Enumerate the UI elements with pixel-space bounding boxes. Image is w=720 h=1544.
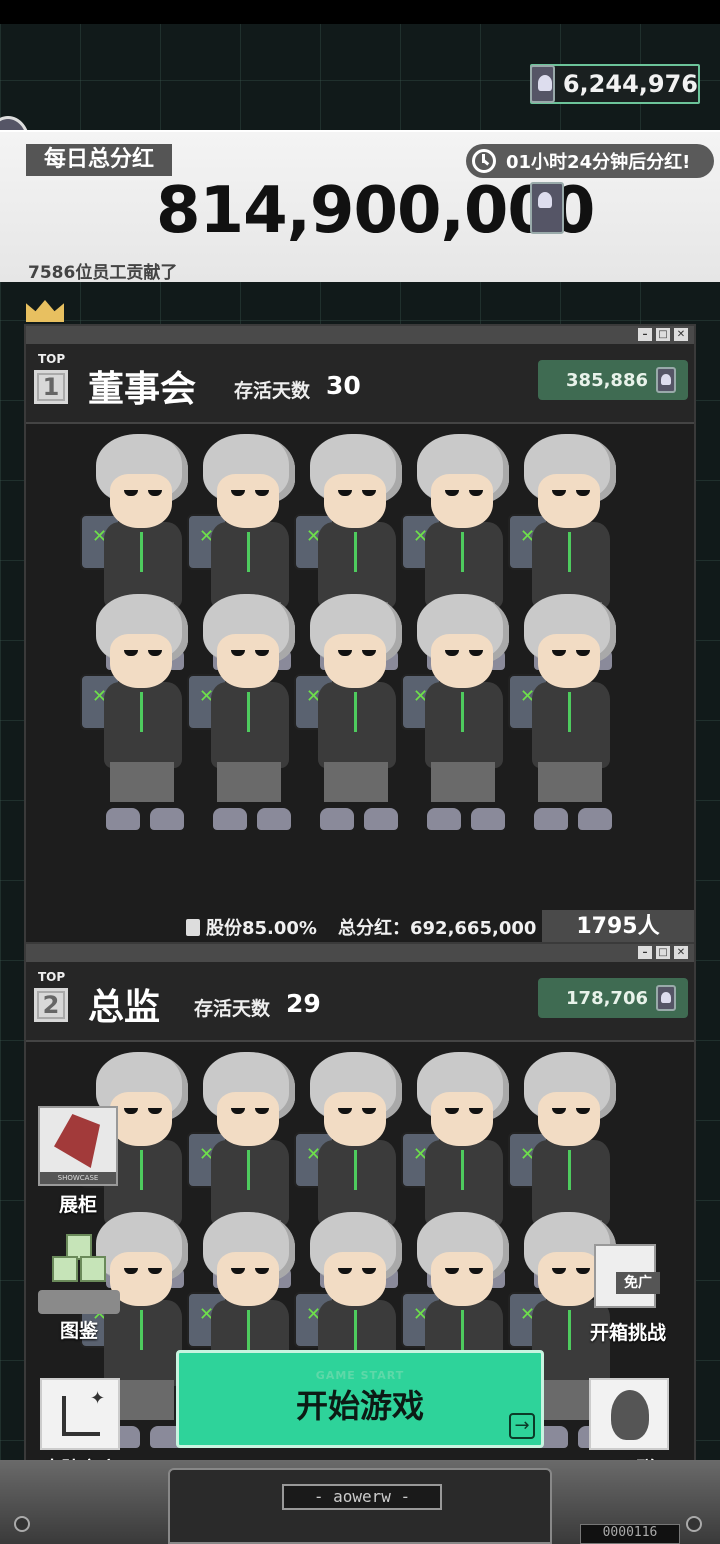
showcase-label: 展柜 <box>58 1194 97 1216</box>
employee-sprite <box>508 594 618 844</box>
screw-icon <box>14 1516 30 1532</box>
clipboard-icon <box>186 919 200 936</box>
chest-challenge-label: 开箱挑战 <box>590 1322 667 1344</box>
screw-icon <box>686 1516 702 1532</box>
minimize-icon[interactable]: – <box>638 946 652 959</box>
top-label: TOP <box>38 970 66 984</box>
total-dividend-text: 总分红：692,665,000 <box>338 918 537 939</box>
timer-text: 01小时24分钟后分红! <box>506 152 691 173</box>
showcase-button[interactable]: 展柜 <box>38 1106 118 1217</box>
enter-arrow-icon: → <box>509 1413 535 1439</box>
panel-score: 178,706 <box>538 978 688 1018</box>
panel-header: TOP 2 总监 存活天数 29 178,706 <box>26 962 694 1040</box>
close-icon[interactable]: ✕ <box>674 946 688 959</box>
close-icon[interactable]: ✕ <box>674 328 688 341</box>
panel-score: 385,886 <box>538 360 688 400</box>
clock-icon <box>472 149 496 173</box>
card-currency-icon <box>530 65 555 103</box>
qq-icon <box>589 1378 669 1450</box>
codex-icon <box>34 1234 124 1318</box>
codex-label: 图鉴 <box>59 1320 98 1342</box>
start-label: 开始游戏 <box>295 1387 424 1425</box>
panel-score-value: 385,886 <box>566 369 648 391</box>
crown-icon <box>26 298 64 322</box>
employee-grid <box>26 422 694 910</box>
console-counter: 0000116 <box>580 1524 680 1544</box>
window-titlebar: – □ ✕ <box>26 326 694 344</box>
showcase-icon <box>38 1106 118 1186</box>
minimize-icon[interactable]: – <box>638 328 652 341</box>
chest-icon: 免广 <box>590 1240 660 1314</box>
survive-label: 存活天数 <box>234 380 311 402</box>
daily-amount: 814,900,000 <box>156 174 595 248</box>
panel-score-value: 178,706 <box>566 987 648 1009</box>
daily-dividend-banner: 每日总分红 01小时24分钟后分红! 814,900,000 7586位员工贡献… <box>0 130 720 283</box>
skin-shop-icon <box>40 1378 120 1450</box>
maximize-icon[interactable]: □ <box>656 328 670 341</box>
ad-free-badge: 免广 <box>616 1272 660 1294</box>
bottom-console: - aowerw - 0000116 <box>0 1460 720 1544</box>
employee-sprite <box>187 594 297 844</box>
survive-label: 存活天数 <box>194 998 271 1020</box>
contributors-text: 7586位员工贡献了 <box>28 263 178 283</box>
employee-sprite <box>294 594 404 844</box>
card-currency-icon <box>656 367 676 393</box>
dividend-timer: 01小时24分钟后分红! <box>466 144 714 178</box>
rank-number: 2 <box>34 988 68 1022</box>
chest-challenge-button[interactable]: 免广 开箱挑战 <box>590 1240 666 1345</box>
rank-number: 1 <box>34 370 68 404</box>
panel-footer: 股份85.00% 总分红：692,665,000 1795人 <box>26 910 694 944</box>
top-label: TOP <box>38 352 66 366</box>
console-panel: - aowerw - <box>168 1468 552 1544</box>
daily-title: 每日总分红 <box>26 144 173 176</box>
panel-name: 总监 <box>88 987 161 1028</box>
survive-days: 29 <box>286 989 321 1018</box>
coin-balance: 6,244,976 <box>530 64 700 104</box>
share-text: 股份85.00% <box>186 914 317 940</box>
maximize-icon[interactable]: □ <box>656 946 670 959</box>
employee-sprite <box>80 594 190 844</box>
card-currency-icon <box>656 985 676 1011</box>
people-count: 1795人 <box>542 910 694 944</box>
console-logo: - aowerw - <box>282 1484 442 1510</box>
panel-header: TOP 1 董事会 存活天数 30 385,886 <box>26 344 694 422</box>
employee-sprite <box>401 594 511 844</box>
survive-days: 30 <box>326 371 361 400</box>
coin-balance-value: 6,244,976 <box>562 70 698 98</box>
panel-name: 董事会 <box>88 369 197 410</box>
status-bar <box>0 0 720 24</box>
window-titlebar: – □ ✕ <box>26 944 694 962</box>
daily-card-icon <box>530 182 564 234</box>
start-game-button[interactable]: GAME START 开始游戏 → <box>176 1350 544 1448</box>
codex-button[interactable]: 图鉴 <box>34 1234 124 1343</box>
rank-panel-1: – □ ✕ TOP 1 董事会 存活天数 30 385,886 股份85.00%… <box>24 324 696 946</box>
